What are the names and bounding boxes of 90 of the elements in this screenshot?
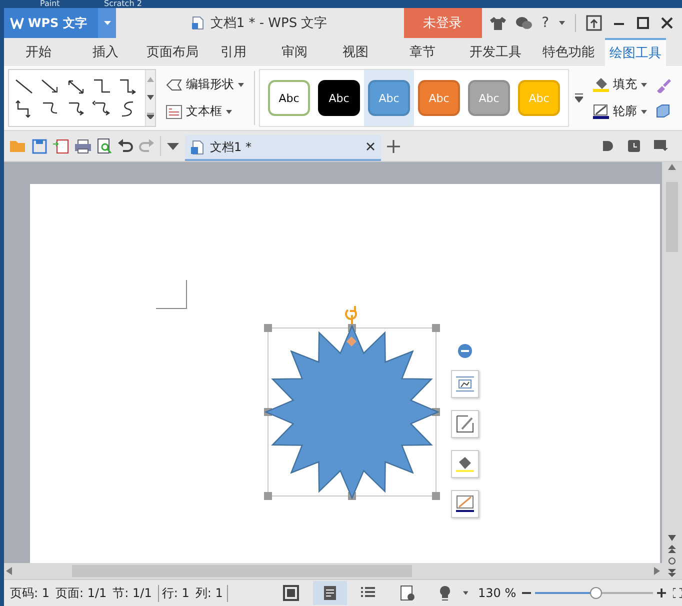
brush-frame-icon bbox=[456, 415, 474, 433]
paint-bucket-icon bbox=[456, 455, 474, 473]
caret-icon bbox=[238, 82, 244, 86]
document-icon bbox=[192, 16, 204, 30]
zoom-level: 130 % bbox=[478, 586, 516, 600]
ribbon-tab[interactable]: 章节 bbox=[386, 38, 459, 66]
pdf-export-icon[interactable] bbox=[53, 138, 69, 154]
zoom-slider-thumb[interactable] bbox=[590, 587, 602, 599]
scroll-down-icon[interactable] bbox=[668, 535, 676, 541]
text-box-icon bbox=[166, 104, 182, 118]
ribbon-tab[interactable]: 页面布局 bbox=[142, 38, 203, 66]
ribbon-tab[interactable]: 绘图工具 bbox=[605, 38, 666, 66]
pen-outline-icon bbox=[456, 495, 474, 513]
collapse-minus-icon[interactable] bbox=[458, 344, 472, 358]
ribbon-tab[interactable]: 插入 bbox=[69, 38, 142, 66]
caret-icon[interactable] bbox=[462, 591, 468, 595]
edit-shape-button[interactable]: 编辑形状 bbox=[166, 76, 244, 93]
close-icon[interactable] bbox=[366, 142, 375, 151]
zoom-in-icon[interactable] bbox=[656, 588, 666, 598]
status-field: 页码: 1 bbox=[10, 584, 50, 602]
status-field: 列: 1 bbox=[195, 584, 228, 602]
print-icon[interactable] bbox=[75, 138, 91, 154]
caret-icon[interactable] bbox=[559, 21, 565, 25]
fill-button[interactable]: 填充 bbox=[593, 76, 647, 93]
chat-icon[interactable] bbox=[516, 16, 532, 30]
next-page-icon[interactable] bbox=[668, 569, 676, 577]
clock-icon[interactable] bbox=[628, 140, 640, 152]
maximize-icon[interactable] bbox=[636, 16, 650, 30]
caret-icon bbox=[226, 110, 232, 114]
paint-bucket-icon bbox=[593, 77, 609, 92]
scroll-down-icon[interactable] bbox=[147, 94, 154, 100]
layout-options-button[interactable] bbox=[451, 370, 479, 398]
wrap-text-icon bbox=[456, 376, 474, 392]
pen-outline-icon bbox=[593, 104, 609, 119]
shirt-icon[interactable] bbox=[490, 16, 506, 30]
scroll-right-icon[interactable] bbox=[654, 567, 660, 575]
caret-icon bbox=[641, 82, 647, 86]
outline-button[interactable]: 轮廓 bbox=[593, 103, 647, 120]
d-letter-icon[interactable] bbox=[602, 140, 614, 152]
document-tab[interactable]: 文档1 * bbox=[185, 135, 381, 161]
select-browse-icon[interactable] bbox=[668, 557, 676, 565]
shape-edit-icon bbox=[166, 78, 182, 92]
help-button[interactable]: ? bbox=[542, 15, 549, 31]
ribbon-tab[interactable]: 视图 bbox=[325, 38, 386, 66]
ribbon-tab[interactable]: 开发工具 bbox=[459, 38, 532, 66]
ribbon-tab[interactable]: 审阅 bbox=[264, 38, 325, 66]
caret-icon bbox=[641, 110, 647, 114]
scroll-left-icon[interactable] bbox=[6, 567, 12, 575]
brush-icon[interactable] bbox=[655, 78, 671, 92]
panel-toggle-icon[interactable] bbox=[654, 140, 668, 152]
cube-icon[interactable] bbox=[655, 102, 671, 118]
text-box-button[interactable]: 文本框 bbox=[166, 103, 244, 120]
window-title: 文档1 * - WPS 文字 bbox=[210, 15, 328, 32]
page-view-icon bbox=[322, 585, 338, 601]
status-field: 节: 1/1 bbox=[112, 584, 152, 602]
web-view-icon bbox=[398, 585, 415, 601]
close-icon[interactable] bbox=[660, 16, 674, 30]
caret-icon[interactable] bbox=[104, 21, 110, 25]
fill-button[interactable] bbox=[451, 450, 479, 478]
style-preset-cell[interactable]: Abc bbox=[264, 70, 314, 126]
fit-window-icon[interactable] bbox=[672, 588, 682, 598]
adjust-handle[interactable] bbox=[346, 336, 356, 346]
more-icon[interactable] bbox=[147, 113, 154, 120]
view-mode-button[interactable] bbox=[312, 581, 348, 605]
dropdown-caret-icon[interactable] bbox=[167, 142, 179, 150]
more-styles-icon[interactable] bbox=[575, 93, 583, 103]
ribbon-tab[interactable]: 特色功能 bbox=[532, 38, 605, 66]
new-tab-plus-icon[interactable] bbox=[387, 140, 400, 152]
app-menu-button[interactable]: WPS 文字 bbox=[4, 8, 116, 38]
taskbar-item[interactable]: Paint bbox=[40, 0, 60, 8]
save-icon[interactable] bbox=[32, 138, 47, 154]
status-field: 行: 1 bbox=[158, 584, 190, 602]
undo-icon[interactable] bbox=[118, 139, 133, 153]
scroll-up-icon[interactable] bbox=[668, 164, 676, 170]
upload-box-icon[interactable] bbox=[586, 15, 602, 31]
shape-style-swatch[interactable]: Abc bbox=[318, 80, 360, 116]
document-icon bbox=[191, 140, 204, 154]
shape-style-button[interactable] bbox=[451, 410, 479, 438]
margin-corner-mark bbox=[156, 280, 187, 309]
fullscreen-icon bbox=[283, 585, 300, 601]
style-preset-cell[interactable]: Abc bbox=[314, 70, 364, 126]
outline-button[interactable] bbox=[451, 490, 479, 518]
shape-style-swatch[interactable]: Abc bbox=[268, 80, 310, 116]
previous-page-icon[interactable] bbox=[668, 545, 676, 553]
ribbon-tab[interactable]: 引用 bbox=[203, 38, 264, 66]
ribbon-tab[interactable]: 开始 bbox=[8, 38, 69, 66]
w-logo-icon bbox=[10, 17, 24, 29]
print-preview-icon[interactable] bbox=[97, 138, 112, 154]
taskbar-item[interactable]: Scratch 2 bbox=[104, 0, 142, 8]
status-field: 页面: 1/1 bbox=[56, 584, 107, 602]
